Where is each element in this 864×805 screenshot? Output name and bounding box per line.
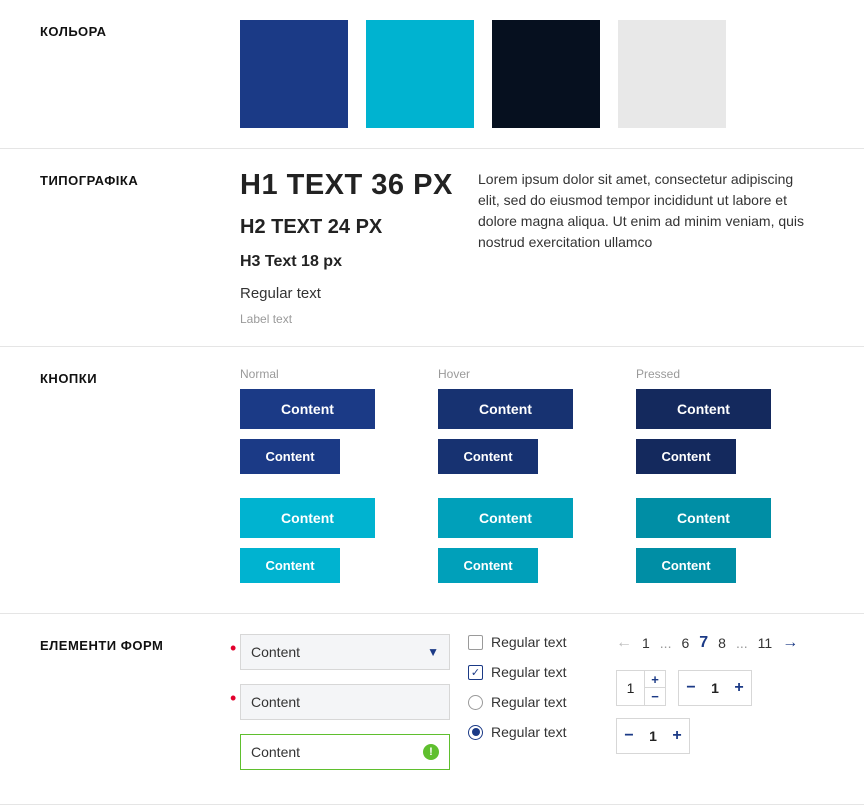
- inputs-col: • Content ▼ • Content !: [240, 634, 450, 784]
- success-icon: !: [423, 744, 439, 760]
- h1-sample: H1 TEXT 36 PX: [240, 169, 460, 202]
- paragraph-sample: Lorem ipsum dolor sit amet, consectetur …: [478, 169, 808, 326]
- swatch-blue: [240, 20, 348, 128]
- btn-cyan-sm-hover[interactable]: Content: [438, 548, 538, 583]
- radio-icon: [468, 695, 483, 710]
- radio-checked-row[interactable]: Regular text: [468, 724, 598, 740]
- btn-blue-lg-hover[interactable]: Content: [438, 389, 573, 429]
- state-label-normal: Normal: [240, 367, 420, 381]
- radio-label: Regular text: [491, 694, 566, 710]
- page-dots: ...: [660, 635, 672, 651]
- checks-col: Regular text ✓ Regular text Regular text…: [468, 634, 598, 784]
- select-wrap: • Content ▼: [240, 634, 450, 670]
- checkbox-label: Regular text: [491, 634, 566, 650]
- page-next-icon[interactable]: →: [782, 634, 798, 652]
- stepper-decrement[interactable]: −: [645, 688, 665, 705]
- typography-section: ТИПОГРАФІКА H1 TEXT 36 PX H2 TEXT 24 PX …: [0, 149, 864, 347]
- page-8[interactable]: 8: [718, 635, 726, 651]
- stepper-buttons: + −: [645, 671, 665, 705]
- stepper-value: 1: [703, 680, 727, 696]
- radio-label: Regular text: [491, 724, 566, 740]
- stepper-value: 1: [641, 728, 665, 744]
- stepper-value: 1: [617, 671, 645, 705]
- checkbox-label: Regular text: [491, 664, 566, 680]
- checkbox-checked-row[interactable]: ✓ Regular text: [468, 664, 598, 680]
- chevron-down-icon: ▼: [427, 645, 439, 659]
- h3-sample: H3 Text 18 px: [240, 253, 460, 271]
- btn-blue-sm-pressed[interactable]: Content: [636, 439, 736, 474]
- stepper-increment[interactable]: +: [665, 719, 689, 753]
- text-input-success[interactable]: Content !: [240, 734, 450, 770]
- btn-cyan-sm-pressed[interactable]: Content: [636, 548, 736, 583]
- checkbox-unchecked-row[interactable]: Regular text: [468, 634, 598, 650]
- stepper-increment[interactable]: +: [645, 671, 665, 688]
- page-7-current[interactable]: 7: [699, 634, 708, 652]
- checkbox-icon: [468, 635, 483, 650]
- swatch-cyan: [366, 20, 474, 128]
- forms-body: • Content ▼ • Content ! Regular text: [240, 634, 864, 784]
- btn-cyan-lg-normal[interactable]: Content: [240, 498, 375, 538]
- btn-cyan-lg-hover[interactable]: Content: [438, 498, 573, 538]
- section-label-colors: КОЛЬОРА: [40, 20, 240, 128]
- btn-blue-lg-normal[interactable]: Content: [240, 389, 375, 429]
- steppers-row-2: − 1 +: [616, 718, 836, 754]
- btn-cyan-sm-normal[interactable]: Content: [240, 548, 340, 583]
- page-11[interactable]: 11: [758, 635, 773, 651]
- radio-unchecked-row[interactable]: Regular text: [468, 694, 598, 710]
- typography-samples: H1 TEXT 36 PX H2 TEXT 24 PX H3 Text 18 p…: [240, 169, 460, 326]
- page-1[interactable]: 1: [642, 635, 650, 651]
- regular-sample: Regular text: [240, 285, 460, 302]
- select-value: Content: [251, 644, 300, 660]
- pagination: ← 1 ... 6 7 8 ... 11 →: [616, 634, 836, 652]
- typography-body: H1 TEXT 36 PX H2 TEXT 24 PX H3 Text 18 p…: [240, 169, 864, 326]
- swatch-grey: [618, 20, 726, 128]
- color-swatches: [240, 20, 864, 128]
- btn-blue-sm-normal[interactable]: Content: [240, 439, 340, 474]
- forms-section: ЕЛЕМЕНТИ ФОРМ • Content ▼ • Content !: [0, 614, 864, 805]
- stepper-increment[interactable]: +: [727, 671, 751, 705]
- state-label-pressed: Pressed: [636, 367, 816, 381]
- radio-checked-icon: [468, 725, 483, 740]
- btn-cyan-lg-pressed[interactable]: Content: [636, 498, 771, 538]
- page-dots: ...: [736, 635, 748, 651]
- btn-blue-lg-pressed[interactable]: Content: [636, 389, 771, 429]
- section-label-typography: ТИПОГРАФІКА: [40, 169, 240, 326]
- swatch-dark: [492, 20, 600, 128]
- section-label-forms: ЕЛЕМЕНТИ ФОРМ: [40, 634, 240, 784]
- colors-section: КОЛЬОРА: [0, 0, 864, 149]
- h2-sample: H2 TEXT 24 PX: [240, 216, 460, 239]
- buttons-section: КНОПКИ Normal Content Content Content Co…: [0, 347, 864, 614]
- text-input-success-wrap: Content !: [240, 734, 450, 770]
- text-input-wrap: •: [240, 684, 450, 720]
- stepper-horizontal: − 1 +: [678, 670, 752, 706]
- stepper-decrement[interactable]: −: [679, 671, 703, 705]
- section-label-buttons: КНОПКИ: [40, 367, 240, 593]
- buttons-pressed-col: Pressed Content Content Content Content: [636, 367, 816, 593]
- btn-blue-sm-hover[interactable]: Content: [438, 439, 538, 474]
- state-label-hover: Hover: [438, 367, 618, 381]
- label-sample: Label text: [240, 312, 460, 326]
- page-prev-icon[interactable]: ←: [616, 634, 632, 652]
- stepper-decrement[interactable]: −: [617, 719, 641, 753]
- page-6[interactable]: 6: [681, 635, 689, 651]
- select-input[interactable]: Content ▼: [240, 634, 450, 670]
- input-success-value: Content: [251, 744, 300, 760]
- text-input[interactable]: [240, 684, 450, 720]
- stepper-horizontal-2: − 1 +: [616, 718, 690, 754]
- stepper-vertical: 1 + −: [616, 670, 666, 706]
- steppers-row-1: 1 + − − 1 +: [616, 670, 836, 706]
- buttons-hover-col: Hover Content Content Content Content: [438, 367, 618, 593]
- checkbox-checked-icon: ✓: [468, 665, 483, 680]
- pagination-col: ← 1 ... 6 7 8 ... 11 → 1 + −: [616, 634, 836, 784]
- buttons-body: Normal Content Content Content Content H…: [240, 367, 864, 593]
- buttons-normal-col: Normal Content Content Content Content: [240, 367, 420, 593]
